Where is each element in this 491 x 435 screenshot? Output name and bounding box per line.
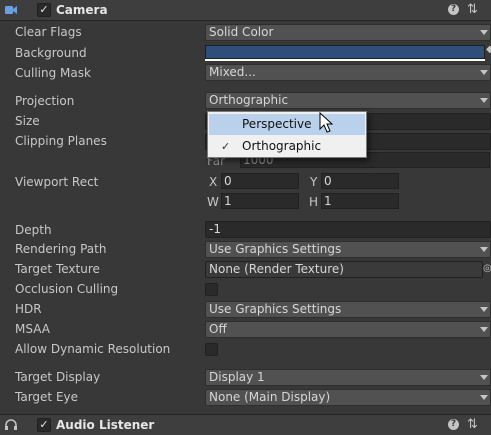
chevron-down-icon [480, 375, 488, 380]
chevron-down-icon [480, 98, 488, 103]
culling-mask-value: Mixed... [209, 65, 256, 79]
help-icon[interactable]: ? [448, 4, 459, 15]
viewport-rect-label: Viewport Rect [15, 175, 99, 189]
culling-mask-dropdown[interactable]: Mixed... [205, 64, 491, 81]
clear-flags-dropdown[interactable]: Solid Color [205, 24, 491, 41]
camera-component-title: Camera [56, 3, 108, 17]
depth-value: -1 [209, 222, 221, 236]
chevron-down-icon [480, 395, 488, 400]
headphones-icon [5, 419, 17, 430]
eyedropper-icon[interactable]: ◆ [486, 44, 491, 60]
camera-enabled-checkbox[interactable]: ✓ [37, 3, 51, 17]
target-eye-value: None (Main Display) [209, 390, 331, 404]
viewport-h-field[interactable]: 1 [321, 193, 399, 209]
projection-label: Projection [15, 94, 75, 108]
object-picker-icon[interactable]: ◎ [483, 263, 491, 275]
projection-dropdown[interactable]: Orthographic [205, 92, 491, 109]
rendering-path-dropdown[interactable]: Use Graphics Settings [205, 241, 491, 258]
chevron-down-icon [480, 307, 488, 312]
target-texture-label: Target Texture [15, 262, 100, 276]
camera-component-header[interactable]: ✓ Camera ? ⇅ [0, 0, 491, 21]
background-color-swatch[interactable] [205, 45, 485, 59]
popup-option-perspective[interactable]: Perspective [209, 114, 365, 135]
size-label: Size [15, 114, 40, 128]
popup-option-label: Orthographic [242, 139, 322, 153]
viewport-w-field[interactable]: 1 [221, 193, 299, 209]
target-texture-value: None (Render Texture) [209, 262, 344, 276]
occlusion-culling-label: Occlusion Culling [15, 282, 119, 296]
projection-popup-menu: Perspective ✓ Orthographic [207, 111, 367, 158]
viewport-x-label: X [209, 175, 218, 189]
clear-flags-value: Solid Color [209, 25, 274, 39]
occlusion-culling-checkbox[interactable] [205, 283, 218, 296]
clipping-planes-label: Clipping Planes [15, 134, 107, 148]
background-alpha-bar [205, 59, 485, 61]
viewport-y-label: Y [310, 175, 318, 189]
target-display-value: Display 1 [209, 370, 265, 384]
target-texture-field[interactable]: None (Render Texture) [205, 261, 483, 278]
viewport-h-label: H [309, 195, 319, 209]
target-eye-label: Target Eye [15, 390, 79, 404]
camera-icon [5, 6, 17, 14]
msaa-dropdown[interactable]: Off [205, 321, 491, 338]
hdr-dropdown[interactable]: Use Graphics Settings [205, 301, 491, 318]
viewport-x-value: 0 [224, 174, 232, 188]
viewport-y-field[interactable]: 0 [321, 173, 399, 189]
viewport-x-field[interactable]: 0 [221, 173, 299, 189]
chevron-down-icon [480, 327, 488, 332]
help-icon[interactable]: ? [448, 419, 459, 430]
culling-mask-label: Culling Mask [15, 66, 91, 80]
viewport-h-value: 1 [324, 194, 332, 208]
projection-value: Orthographic [209, 93, 289, 107]
allow-dynamic-resolution-label: Allow Dynamic Resolution [15, 342, 171, 356]
presets-icon[interactable]: ⇅ [467, 417, 478, 432]
viewport-w-label: W [207, 195, 219, 209]
depth-label: Depth [15, 223, 52, 237]
audio-listener-header[interactable]: ✓ Audio Listener ? ⇅ [0, 414, 491, 435]
mouse-cursor-icon [319, 112, 334, 133]
audio-listener-enabled-checkbox[interactable]: ✓ [37, 418, 51, 432]
depth-field[interactable]: -1 [205, 221, 491, 238]
rendering-path-value: Use Graphics Settings [209, 242, 342, 256]
clear-flags-label: Clear Flags [15, 25, 82, 39]
chevron-down-icon [480, 30, 488, 35]
popup-option-label: Perspective [242, 117, 312, 131]
checkmark-icon: ✓ [221, 140, 231, 153]
audio-listener-title: Audio Listener [56, 418, 155, 432]
msaa-value: Off [209, 322, 227, 336]
chevron-down-icon [480, 70, 488, 75]
popup-option-orthographic[interactable]: ✓ Orthographic [209, 136, 365, 157]
viewport-w-value: 1 [224, 194, 232, 208]
target-display-label: Target Display [15, 370, 101, 384]
msaa-label: MSAA [15, 322, 50, 336]
hdr-label: HDR [15, 302, 42, 316]
allow-dynamic-resolution-checkbox[interactable] [205, 343, 218, 356]
target-eye-dropdown[interactable]: None (Main Display) [205, 389, 491, 406]
background-label: Background [15, 46, 87, 60]
viewport-y-value: 0 [324, 174, 332, 188]
hdr-value: Use Graphics Settings [209, 302, 342, 316]
target-display-dropdown[interactable]: Display 1 [205, 369, 491, 386]
rendering-path-label: Rendering Path [15, 242, 107, 256]
presets-icon[interactable]: ⇅ [467, 2, 478, 17]
chevron-down-icon [480, 247, 488, 252]
